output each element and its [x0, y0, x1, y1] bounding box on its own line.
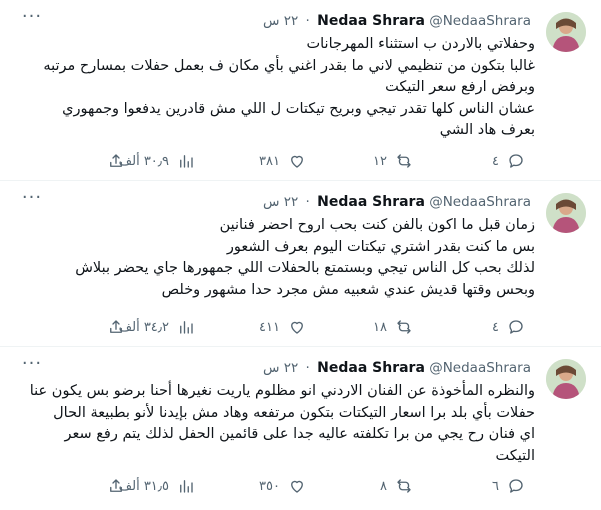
tweet-text-line: والنظره المأخوذة عن الفنان الاردني انو م… — [29, 383, 535, 399]
like-count: ٣٥٠ — [259, 478, 280, 494]
author-name[interactable]: Nedaa Shrara — [317, 13, 425, 29]
author-handle[interactable]: @NedaaShrara — [429, 360, 531, 376]
tweet-2[interactable]: Nedaa Shrara @NedaaShrara · ٢٢ س ··· زما… — [0, 181, 601, 347]
tweet-text-line: اي فنان رح يجي من برا تكلفته عاليه جدا ع… — [64, 426, 535, 442]
reply-button[interactable]: ٤ — [492, 150, 525, 172]
tweet-text-line: وحفلاتي بالاردن ب استثناء المهرجانات — [306, 36, 535, 52]
reply-count: ٤ — [492, 153, 499, 169]
tweet-text-line: بعرف هاد الشي — [439, 122, 535, 138]
share-button[interactable] — [107, 316, 125, 338]
views-icon — [180, 321, 193, 334]
like-button[interactable]: ٤١١ — [259, 316, 306, 338]
retweet-icon — [397, 479, 411, 493]
views-count: ٣١٫٥ ألف — [118, 478, 169, 494]
tweet-text-line: عشان الناس كلها تقدر تيجي وبريح تيكتات ل… — [62, 100, 535, 117]
reply-button[interactable]: ٤ — [492, 316, 525, 338]
separator-dot: · — [305, 360, 310, 376]
retweet-count: ١٢ — [373, 153, 387, 169]
avatar-image — [546, 359, 586, 399]
separator-dot: · — [305, 13, 310, 29]
views-button[interactable]: ٣٠٫٩ ألف — [119, 150, 195, 172]
views-count: ٣٤٫٢ ألف — [118, 319, 169, 335]
like-icon — [291, 480, 303, 493]
like-count: ٤١١ — [259, 319, 280, 335]
more-icon[interactable]: ··· — [20, 8, 44, 30]
retweet-button[interactable]: ١٢ — [373, 150, 413, 172]
share-button[interactable] — [107, 150, 125, 172]
avatar-image — [546, 12, 586, 52]
reply-icon — [509, 479, 523, 493]
tweet-header: Nedaa Shrara @NedaaShrara · ٢٢ س — [263, 12, 535, 30]
tweet-text-line: حفلات بأي بلد برا اسعار التيكتات بتكون م… — [53, 404, 535, 421]
reply-count: ٦ — [492, 478, 499, 494]
author-handle[interactable]: @NedaaShrara — [429, 13, 531, 29]
avatar[interactable] — [546, 12, 586, 52]
timestamp[interactable]: ٢٢ س — [263, 13, 298, 29]
tweet-text: وحفلاتي بالاردن ب استثناء المهرجانات غال… — [15, 34, 535, 142]
avatar[interactable] — [546, 193, 586, 233]
separator-dot: · — [305, 194, 310, 210]
reply-icon — [509, 154, 523, 168]
tweet-header: Nedaa Shrara @NedaaShrara · ٢٢ س — [263, 193, 535, 211]
views-button[interactable]: ٣١٫٥ ألف — [119, 475, 195, 497]
author-name[interactable]: Nedaa Shrara — [317, 360, 425, 376]
tweet-text: زمان قبل ما اكون بالفن كنت بحب اروح احضر… — [15, 215, 535, 301]
retweet-count: ١٨ — [373, 319, 387, 335]
avatar[interactable] — [546, 359, 586, 399]
tweet-3[interactable]: Nedaa Shrara @NedaaShrara · ٢٢ س ··· وال… — [0, 347, 601, 510]
like-icon — [291, 321, 303, 334]
tweet-text-line: وبرفض ارفع سعر التيكت — [385, 79, 535, 95]
author-name[interactable]: Nedaa Shrara — [317, 194, 425, 210]
timestamp[interactable]: ٢٢ س — [263, 194, 298, 210]
tweet-header: Nedaa Shrara @NedaaShrara · ٢٢ س — [263, 359, 535, 377]
like-button[interactable]: ٣٥٠ — [259, 475, 306, 497]
tweet-text: والنظره المأخوذة عن الفنان الاردني انو م… — [15, 381, 535, 467]
tweet-text-line: وبحس وقتها قديش عندي شعبيه مش مجرد حدا م… — [161, 281, 535, 298]
tweet-text-line: بس ما كنت بقدر اشتري تيكتات اليوم بعرف ا… — [226, 238, 535, 255]
retweet-button[interactable]: ٨ — [380, 475, 413, 497]
author-handle[interactable]: @NedaaShrara — [429, 194, 531, 210]
retweet-icon — [397, 154, 411, 168]
more-icon[interactable]: ··· — [20, 355, 44, 377]
tweet-text-line: زمان قبل ما اكون بالفن كنت بحب اروح احضر… — [219, 217, 535, 233]
views-button[interactable]: ٣٤٫٢ ألف — [119, 316, 195, 338]
tweet-text-line: التيكت — [495, 447, 535, 464]
views-icon — [180, 480, 193, 493]
share-icon — [110, 320, 122, 333]
like-count: ٣٨١ — [259, 153, 280, 169]
avatar-image — [546, 193, 586, 233]
reply-button[interactable]: ٦ — [492, 475, 525, 497]
more-icon[interactable]: ··· — [20, 189, 44, 211]
like-icon — [291, 155, 303, 168]
share-button[interactable] — [107, 475, 125, 497]
views-icon — [180, 155, 193, 168]
action-bar: ٦ ٨ ٣٥٠ ٣١٫٥ ألف — [0, 475, 535, 497]
views-count: ٣٠٫٩ ألف — [118, 153, 169, 169]
reply-count: ٤ — [492, 319, 499, 335]
tweet-text-line: لذلك بحب كل الناس تيجي وبستمتع بالحفلات … — [75, 260, 535, 276]
tweet-text-line: غالبا بتكون من تنظيمي لاني ما بقدر اغني … — [43, 57, 535, 74]
retweet-count: ٨ — [380, 478, 387, 494]
timestamp[interactable]: ٢٢ س — [263, 360, 298, 376]
share-icon — [110, 154, 122, 167]
reply-icon — [509, 320, 523, 334]
action-bar: ٤ ١٨ ٤١١ ٣٤٫٢ ألف — [0, 316, 535, 338]
share-icon — [110, 479, 122, 492]
tweet-1[interactable]: Nedaa Shrara @NedaaShrara · ٢٢ س ··· وحف… — [0, 0, 601, 181]
retweet-icon — [397, 320, 411, 334]
like-button[interactable]: ٣٨١ — [259, 150, 306, 172]
retweet-button[interactable]: ١٨ — [373, 316, 413, 338]
action-bar: ٤ ١٢ ٣٨١ ٣٠٫٩ ألف — [0, 150, 535, 172]
